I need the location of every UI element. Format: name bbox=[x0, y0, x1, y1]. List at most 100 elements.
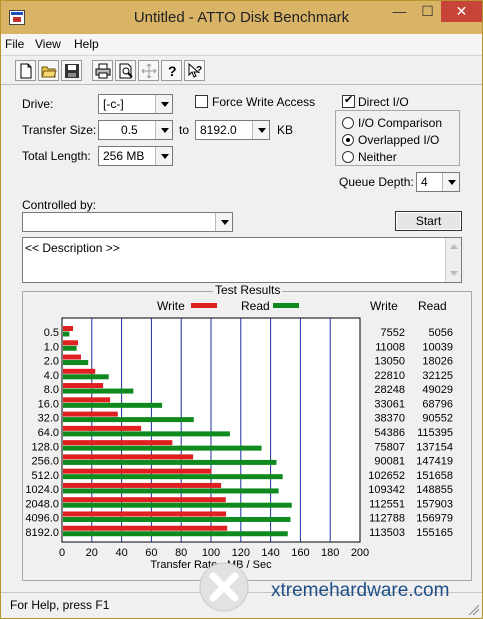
x-tick-label: 180 bbox=[321, 547, 339, 559]
scroll-up-icon[interactable] bbox=[450, 244, 458, 249]
force-write-checkbox[interactable] bbox=[195, 95, 208, 108]
overlapped-io-radio[interactable] bbox=[342, 134, 354, 146]
transfer-size-from-select[interactable]: 0.5 bbox=[98, 120, 173, 140]
write-bar bbox=[63, 482, 222, 488]
x-tick-label: 60 bbox=[145, 547, 157, 559]
context-help-icon[interactable]: ? bbox=[184, 60, 205, 81]
write-value: 109342 bbox=[368, 484, 405, 496]
read-value: 115395 bbox=[417, 427, 453, 439]
y-tick-label: 1024.0 bbox=[25, 484, 59, 496]
col-read-header: Read bbox=[418, 299, 447, 313]
controlled-by-label: Controlled by: bbox=[22, 198, 97, 212]
queue-depth-label: Queue Depth: bbox=[339, 175, 414, 189]
x-tick-label: 80 bbox=[175, 547, 187, 559]
read-value: 156979 bbox=[416, 513, 453, 525]
read-bar bbox=[63, 417, 194, 423]
move-icon[interactable] bbox=[138, 60, 159, 81]
write-value: 11008 bbox=[375, 341, 405, 353]
x-tick-label: 0 bbox=[59, 547, 65, 559]
read-bar bbox=[63, 331, 70, 337]
write-bar bbox=[63, 468, 212, 474]
chevron-down-icon bbox=[442, 173, 459, 191]
start-button[interactable]: Start bbox=[395, 211, 462, 231]
menu-view[interactable]: View bbox=[35, 37, 61, 51]
io-comparison-radio[interactable] bbox=[342, 117, 354, 129]
chevron-down-icon bbox=[215, 213, 232, 231]
y-tick-label: 64.0 bbox=[38, 427, 59, 439]
write-value: 102652 bbox=[368, 470, 405, 482]
svg-text:?: ? bbox=[196, 65, 202, 76]
y-tick-label: 256.0 bbox=[31, 456, 59, 468]
transfer-size-to-value: 8192.0 bbox=[200, 123, 237, 137]
read-value: 147419 bbox=[416, 456, 453, 468]
open-icon[interactable] bbox=[38, 60, 59, 81]
resize-grip-icon[interactable] bbox=[467, 603, 479, 615]
read-value: 68796 bbox=[422, 398, 453, 410]
write-value: 22810 bbox=[374, 370, 405, 382]
help-icon[interactable]: ? bbox=[161, 60, 182, 81]
read-bar bbox=[63, 502, 292, 508]
transfer-size-label: Transfer Size: bbox=[22, 123, 97, 137]
x-tick-label: 140 bbox=[261, 547, 279, 559]
read-value: 18026 bbox=[422, 356, 453, 368]
legend-read-label: Read bbox=[241, 299, 270, 313]
write-bar bbox=[63, 368, 96, 374]
write-value: 54386 bbox=[374, 427, 405, 439]
direct-io-checkbox[interactable] bbox=[342, 94, 355, 108]
read-bar bbox=[63, 388, 134, 394]
save-icon[interactable] bbox=[61, 60, 82, 81]
write-value: 112551 bbox=[369, 498, 405, 510]
read-bar bbox=[63, 402, 163, 408]
legend-read-swatch bbox=[273, 303, 299, 308]
new-icon[interactable] bbox=[15, 60, 36, 81]
y-tick-label: 128.0 bbox=[31, 441, 59, 453]
write-bar bbox=[63, 397, 111, 403]
transfer-size-to-select[interactable]: 8192.0 bbox=[195, 120, 270, 140]
close-button[interactable]: ✕ bbox=[441, 1, 482, 22]
direct-io-label: Direct I/O bbox=[358, 95, 409, 109]
drive-select[interactable]: [-c-] bbox=[98, 94, 173, 114]
x-tick-label: 120 bbox=[232, 547, 250, 559]
read-value: 32125 bbox=[422, 370, 453, 382]
read-bar bbox=[63, 516, 291, 522]
to-label: to bbox=[179, 123, 190, 137]
y-tick-label: 32.0 bbox=[38, 413, 59, 425]
drive-value: [-c-] bbox=[103, 97, 124, 111]
toolbar: ? ? bbox=[1, 55, 482, 85]
controlled-by-select[interactable] bbox=[22, 212, 233, 232]
x-tick-label: 200 bbox=[351, 547, 369, 559]
read-value: 157903 bbox=[416, 498, 453, 510]
write-bar bbox=[63, 440, 173, 446]
force-write-label: Force Write Access bbox=[212, 95, 316, 109]
x-tick-label: 40 bbox=[115, 547, 127, 559]
write-bar bbox=[63, 383, 104, 389]
read-value: 155165 bbox=[416, 527, 453, 539]
menu-help[interactable]: Help bbox=[74, 37, 99, 51]
print-preview-icon[interactable] bbox=[115, 60, 136, 81]
scroll-down-icon[interactable] bbox=[450, 271, 458, 276]
transfer-size-from-value: 0.5 bbox=[121, 123, 138, 137]
description-box[interactable]: << Description >> bbox=[22, 237, 462, 283]
write-value: 113503 bbox=[369, 527, 405, 539]
read-value: 90552 bbox=[422, 413, 453, 425]
drive-label: Drive: bbox=[22, 97, 54, 111]
status-text: For Help, press F1 bbox=[10, 598, 110, 612]
neither-label: Neither bbox=[358, 150, 397, 164]
neither-radio[interactable] bbox=[342, 151, 354, 163]
watermark-text: xtremehardware.com bbox=[271, 580, 450, 601]
overlapped-io-label: Overlapped I/O bbox=[358, 133, 440, 147]
app-window: Untitled - ATTO Disk Benchmark — ☐ ✕ Fil… bbox=[0, 0, 483, 619]
minimize-button[interactable]: — bbox=[385, 1, 414, 22]
write-value: 7552 bbox=[381, 327, 405, 339]
queue-depth-select[interactable]: 4 bbox=[416, 172, 460, 192]
results-chart: 0 20 40 60 80 100 120 140 160 180 200Transfer Rate… bbox=[25, 299, 453, 571]
write-value: 75807 bbox=[374, 441, 405, 453]
read-value: 148855 bbox=[416, 484, 453, 496]
title-bar: Untitled - ATTO Disk Benchmark — ☐ ✕ bbox=[1, 1, 482, 34]
description-scrollbar[interactable] bbox=[445, 238, 461, 282]
total-length-select[interactable]: 256 MB bbox=[98, 146, 173, 166]
print-icon[interactable] bbox=[92, 60, 113, 81]
menu-file[interactable]: File bbox=[5, 37, 24, 51]
maximize-button[interactable]: ☐ bbox=[414, 1, 441, 22]
read-bar bbox=[63, 360, 89, 366]
